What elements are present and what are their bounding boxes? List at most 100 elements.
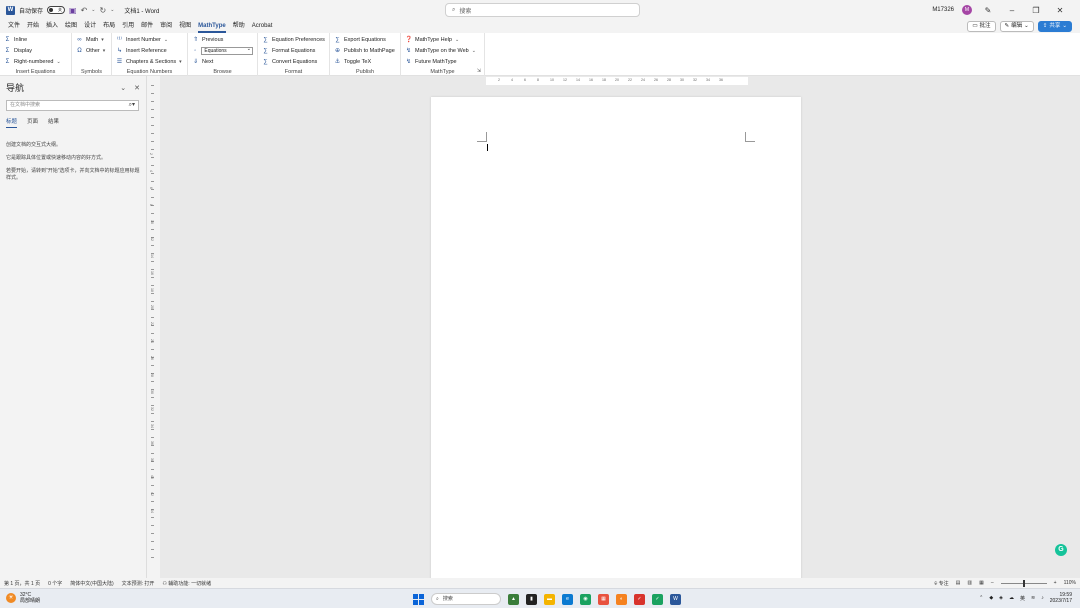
tab-acrobat[interactable]: Acrobat (252, 20, 273, 33)
tab-layout[interactable]: 布局 (103, 20, 115, 33)
undo-icon[interactable]: ↶ (81, 6, 88, 15)
chevron-down-icon[interactable]: ⌄ (120, 84, 126, 92)
format-equations-button[interactable]: ∑ Format Equations (262, 46, 325, 55)
wifi-icon[interactable]: ≋ (1031, 595, 1035, 601)
tab-file[interactable]: 文件 (8, 20, 20, 33)
redo-icon[interactable]: ↻ (99, 6, 106, 15)
autosave-toggle[interactable]: 关 (47, 6, 66, 14)
print-layout-icon[interactable]: ▥ (967, 580, 972, 586)
display-button[interactable]: Σ Display (4, 46, 67, 55)
file-explorer-icon[interactable]: ▬ (544, 593, 555, 605)
text-predict-status[interactable]: 文本预测: 打开 (122, 580, 155, 587)
vertical-ruler[interactable]: 2 4 6 8 10 12 14 16 18 20 22 24 26 28 30 32 34 36 38 40 42 44 (147, 80, 159, 578)
share-button[interactable]: ⇪ 共享 ⌄ (1037, 21, 1072, 32)
editing-label: 编辑 (1011, 23, 1023, 29)
previous-button[interactable]: ⇑ Previous (192, 35, 253, 44)
cloud-icon[interactable]: ☁ (1009, 595, 1014, 601)
page-count[interactable]: 第 1 页，共 1 页 (4, 580, 40, 587)
browse-by-select[interactable]: Equations (201, 46, 253, 55)
search-icon[interactable]: ⌕▾ (129, 101, 135, 110)
chevron-up-icon[interactable]: ⌃ (979, 595, 983, 601)
accessibility-status[interactable]: ⚇ 辅助功能: 一切就绪 (162, 580, 211, 587)
document-page[interactable] (431, 97, 801, 578)
pen-icon[interactable]: ✎ (980, 6, 996, 15)
restore-button[interactable]: ❐ (1028, 6, 1044, 15)
tab-help[interactable]: 帮助 (233, 20, 245, 33)
nav-tab-pages[interactable]: 页面 (27, 117, 38, 128)
ruler-number: 10 (550, 78, 554, 82)
undo-dropdown-icon[interactable]: ⌄ (91, 7, 95, 13)
minimize-button[interactable]: – (1004, 6, 1020, 15)
mathtype-web-button[interactable]: ↯ MathType on the Web ⌄ (405, 46, 480, 55)
task-view-icon[interactable]: ▮ (526, 593, 537, 605)
nav-search-input[interactable]: 在文档中搜索 ⌕▾ (6, 100, 139, 111)
tab-insert[interactable]: 插入 (46, 20, 58, 33)
convert-equations-button[interactable]: ∑ Convert Equations (262, 57, 325, 66)
nav-tab-headings[interactable]: 标题 (6, 117, 18, 128)
equation-preferences-button[interactable]: ∑ Equation Preferences (262, 35, 325, 44)
clock[interactable]: 19:59 2023/7/17 (1050, 592, 1072, 604)
export-equations-button[interactable]: ∑ Export Equations (334, 35, 396, 44)
wechat-icon[interactable]: ✓ (652, 593, 663, 605)
word-taskbar-icon[interactable]: W (670, 593, 681, 605)
user-id: M17326 (932, 7, 954, 13)
word-count[interactable]: 0 个字 (48, 580, 62, 587)
app-checkmark-icon[interactable]: ✓ (634, 593, 645, 605)
insert-number-button[interactable]: ⁽¹⁾ Insert Number ⌄ (116, 35, 183, 44)
inline-button[interactable]: Σ Inline (4, 35, 67, 44)
ruler-number: 12 (563, 78, 567, 82)
right-numbered-button[interactable]: Σ Right-numbered ⌄ (4, 57, 67, 66)
search-input[interactable]: ⌕ 搜索 (445, 3, 640, 17)
volume-icon[interactable]: ♪ (1041, 595, 1044, 601)
firefox-icon[interactable]: ◐ (616, 593, 627, 605)
avatar[interactable]: M (962, 5, 972, 15)
save-icon[interactable]: ▣ (69, 6, 77, 15)
tab-home[interactable]: 开始 (27, 20, 39, 33)
edge-icon[interactable]: e (562, 593, 573, 605)
tray-app-icon[interactable]: ◈ (999, 595, 1003, 601)
ime-indicator[interactable]: 英 (1020, 595, 1025, 602)
zoom-out-icon[interactable]: – (991, 580, 994, 586)
focus-button[interactable]: ⌾ 专注 (934, 580, 948, 587)
dialog-launcher-icon[interactable]: ⇲ (477, 68, 481, 74)
app-icon[interactable]: ▦ (598, 593, 609, 605)
windows-start-icon[interactable] (413, 593, 424, 605)
customize-qat-icon[interactable]: ⌄ (110, 7, 114, 13)
mathtype-help-button[interactable]: ❓ MathType Help ⌄ (405, 35, 480, 44)
editing-button[interactable]: ✎ 编辑 ⌄ (999, 21, 1034, 32)
publish-mathpage-button[interactable]: ⊕ Publish to MathPage (334, 46, 396, 55)
tray-app-icon[interactable]: ◆ (989, 595, 993, 601)
weather-widget[interactable]: ☀ 32°C 局部晴朗 (6, 592, 40, 604)
grammarly-icon[interactable]: G (1055, 544, 1067, 556)
nav-tab-results[interactable]: 结果 (48, 117, 59, 128)
zoom-slider[interactable] (1000, 579, 1047, 587)
chapters-sections-button[interactable]: ☰ Chapters & Sections ▾ (116, 57, 183, 66)
comments-button[interactable]: ▭ 批注 (967, 21, 996, 32)
chrome-icon[interactable]: ◉ (580, 593, 591, 605)
autosave-label: 自动保存 (19, 8, 44, 15)
math-symbols-button[interactable]: ∞ Math ▾ (76, 35, 107, 44)
horizontal-ruler[interactable]: 2 4 6 8 10 12 14 16 18 20 22 24 26 28 30 32 34 36 (486, 77, 748, 85)
next-button[interactable]: ⇓ Next (192, 57, 253, 66)
language-status[interactable]: 简体中文(中国大陆) (70, 580, 113, 587)
tab-mailings[interactable]: 邮件 (141, 20, 153, 33)
read-mode-icon[interactable]: ▤ (956, 580, 961, 586)
future-mathtype-button[interactable]: ↯ Future MathType (405, 57, 480, 66)
tab-review[interactable]: 审阅 (160, 20, 172, 33)
taskbar-search[interactable]: ⌕ 搜索 (431, 593, 501, 605)
tab-references[interactable]: 引用 (122, 20, 134, 33)
widgets-icon[interactable]: ▲ (508, 593, 519, 605)
other-symbols-button[interactable]: Ω Other ▾ (76, 46, 107, 55)
tab-design[interactable]: 设计 (84, 20, 96, 33)
tab-draw[interactable]: 绘图 (65, 20, 77, 33)
zoom-in-icon[interactable]: + (1054, 580, 1057, 586)
web-layout-icon[interactable]: ▦ (979, 580, 984, 586)
tab-view[interactable]: 视图 (179, 20, 191, 33)
tab-mathtype[interactable]: MathType (198, 20, 226, 33)
close-button[interactable]: ✕ (1052, 6, 1068, 15)
toggle-tex-button[interactable]: ⚓ Toggle TeX (334, 57, 396, 66)
ruler-tick (151, 141, 154, 142)
close-icon[interactable]: ✕ (134, 84, 140, 92)
zoom-level[interactable]: 110% (1064, 580, 1076, 586)
insert-reference-button[interactable]: ↳ Insert Reference (116, 46, 183, 55)
